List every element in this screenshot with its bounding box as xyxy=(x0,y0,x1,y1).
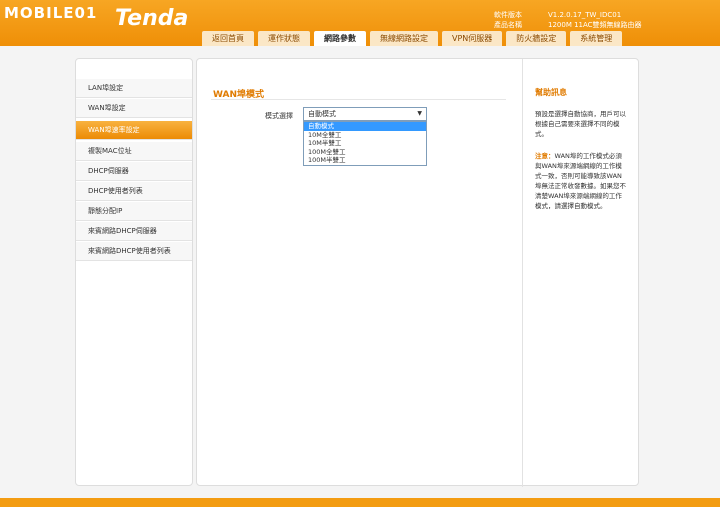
mode-dropdown-list: 自動模式 10M全雙工 10M半雙工 100M全雙工 100M半雙工 xyxy=(303,121,427,166)
sidebar-item-mac-clone[interactable]: 複製MAC位址 xyxy=(76,142,192,161)
help-note: 注意：WAN埠的工作模式必須與WAN埠來源端網線的工作模式一致，否則可能導致該W… xyxy=(535,151,627,211)
tab-firewall[interactable]: 防火牆設定 xyxy=(506,31,567,46)
tab-status[interactable]: 運作狀態 xyxy=(258,31,310,46)
main-tabs: 返回首頁 運作狀態 網路參數 無線網路設定 VPN伺服器 防火牆設定 系統管理 xyxy=(202,31,623,46)
title-divider xyxy=(211,99,506,100)
tab-vpn[interactable]: VPN伺服器 xyxy=(442,31,503,46)
option-10m-full[interactable]: 10M全雙工 xyxy=(304,131,426,140)
watermark-logo: MOBILE01 xyxy=(4,4,98,22)
tab-home[interactable]: 返回首頁 xyxy=(202,31,254,46)
option-100m-half[interactable]: 100M半雙工 xyxy=(304,156,426,165)
sidebar-item-guest-dhcp-server[interactable]: 來賓網路DHCP伺服器 xyxy=(76,222,192,241)
help-title: 幫助訊息 xyxy=(535,88,567,97)
mode-select[interactable]: 自動模式 ▼ xyxy=(303,107,427,121)
content-panel: WAN埠模式 模式選擇 自動模式 ▼ 自動模式 10M全雙工 10M半雙工 10… xyxy=(196,58,639,487)
product-value: 1200M 11AC雙頻無線路由器 xyxy=(548,21,642,29)
sidebar-item-lan[interactable]: LAN埠設定 xyxy=(76,79,192,98)
help-text: 預設是選擇自動協商，用戶可以根據自己需要來選擇不同的模式。 xyxy=(535,110,626,138)
product-label: 產品名稱 xyxy=(494,21,522,29)
option-100m-full[interactable]: 100M全雙工 xyxy=(304,148,426,157)
help-note-text: WAN埠的工作模式必須與WAN埠來源端網線的工作模式一致，否則可能導致該WAN埠… xyxy=(535,152,626,210)
option-auto[interactable]: 自動模式 xyxy=(304,122,426,131)
mode-label: 模式選擇 xyxy=(265,112,293,120)
help-note-label: 注意： xyxy=(535,152,555,160)
sidebar-item-dhcp-server[interactable]: DHCP伺服器 xyxy=(76,162,192,181)
option-10m-half[interactable]: 10M半雙工 xyxy=(304,139,426,148)
sidebar-item-static-ip[interactable]: 靜態分配IP xyxy=(76,202,192,221)
sidebar-item-guest-dhcp-clients[interactable]: 來賓網路DHCP使用者列表 xyxy=(76,242,192,261)
sidebar-item-wan[interactable]: WAN埠設定 xyxy=(76,99,192,118)
top-header: MOBILE01 Tenda 軟件版本 產品名稱 V1.2.0.17_TW_ID… xyxy=(0,0,720,46)
brand-logo: Tenda xyxy=(115,6,189,31)
column-separator xyxy=(522,59,523,487)
firmware-label: 軟件版本 xyxy=(494,11,522,19)
info-values: V1.2.0.17_TW_IDC01 1200M 11AC雙頻無線路由器 xyxy=(548,10,642,30)
footer-bar xyxy=(0,498,720,507)
tab-system[interactable]: 系統管理 xyxy=(570,31,623,46)
info-labels: 軟件版本 產品名稱 xyxy=(494,10,522,30)
tab-wireless[interactable]: 無線網路設定 xyxy=(370,31,438,46)
sidebar: LAN埠設定 WAN埠設定 WAN埠速率設定 複製MAC位址 DHCP伺服器 D… xyxy=(75,58,193,486)
sidebar-item-dhcp-clients[interactable]: DHCP使用者列表 xyxy=(76,182,192,201)
tab-network[interactable]: 網路參數 xyxy=(314,31,366,46)
sidebar-item-wan-speed[interactable]: WAN埠速率設定 xyxy=(76,121,192,140)
chevron-down-icon: ▼ xyxy=(417,110,422,117)
mode-select-value: 自動模式 xyxy=(308,110,336,118)
firmware-value: V1.2.0.17_TW_IDC01 xyxy=(548,11,622,19)
